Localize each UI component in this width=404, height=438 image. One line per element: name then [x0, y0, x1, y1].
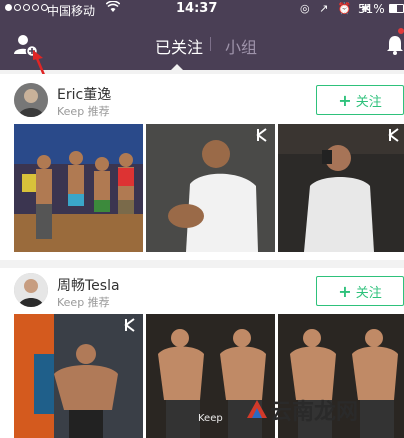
wifi-icon: [105, 0, 121, 16]
keep-logo-icon: [388, 128, 399, 142]
plus-icon: +: [338, 281, 352, 301]
notification-badge: [398, 28, 404, 34]
keep-watermark-text: Keep: [198, 413, 223, 424]
watermark-logo-icon: [247, 400, 267, 418]
follow-label: 关注: [355, 94, 382, 110]
follow-button[interactable]: + 关注: [316, 276, 404, 306]
carrier-name: 中国移动: [47, 4, 96, 18]
photo-thumbnail[interactable]: [278, 124, 404, 252]
status-time: 14:37: [176, 1, 218, 16]
photo-thumbnail[interactable]: [14, 314, 143, 438]
user-name[interactable]: 周畅Tesla: [57, 275, 120, 295]
status-bar: 中国移动 14:37 ◎ ↗ ⏰ ✱ 51%: [0, 0, 404, 20]
photo-thumbnail[interactable]: [146, 124, 275, 252]
user-subtitle: Keep 推荐: [57, 296, 110, 309]
photo-thumbnail[interactable]: [14, 124, 143, 252]
tab-groups[interactable]: 小组: [225, 34, 257, 58]
photo-row: [14, 124, 404, 252]
tab-divider: [210, 37, 211, 51]
follow-label: 关注: [355, 285, 382, 301]
signal-dots-icon: [5, 4, 48, 11]
active-tab-caret: [171, 64, 183, 70]
user-subtitle: Keep 推荐: [57, 105, 110, 118]
avatar[interactable]: [14, 83, 48, 117]
top-bar: 中国移动 14:37 ◎ ↗ ⏰ ✱ 51% 已关注 小组: [0, 0, 404, 70]
avatar[interactable]: [14, 273, 48, 307]
feed-card: Eric董逸 Keep 推荐 + 关注: [0, 74, 404, 260]
battery-icon: [389, 4, 404, 13]
plus-icon: +: [338, 90, 352, 110]
user-name[interactable]: Eric董逸: [57, 84, 111, 104]
tab-following[interactable]: 已关注: [155, 34, 203, 58]
battery-percent: 51%: [358, 2, 385, 16]
nav-bar: 已关注 小组: [0, 20, 404, 70]
bell-icon[interactable]: [385, 32, 404, 56]
keep-logo-icon: [124, 318, 135, 332]
watermark-text: 云南龙网: [270, 400, 359, 425]
follow-button[interactable]: + 关注: [316, 85, 404, 115]
keep-logo-icon: [256, 128, 267, 142]
